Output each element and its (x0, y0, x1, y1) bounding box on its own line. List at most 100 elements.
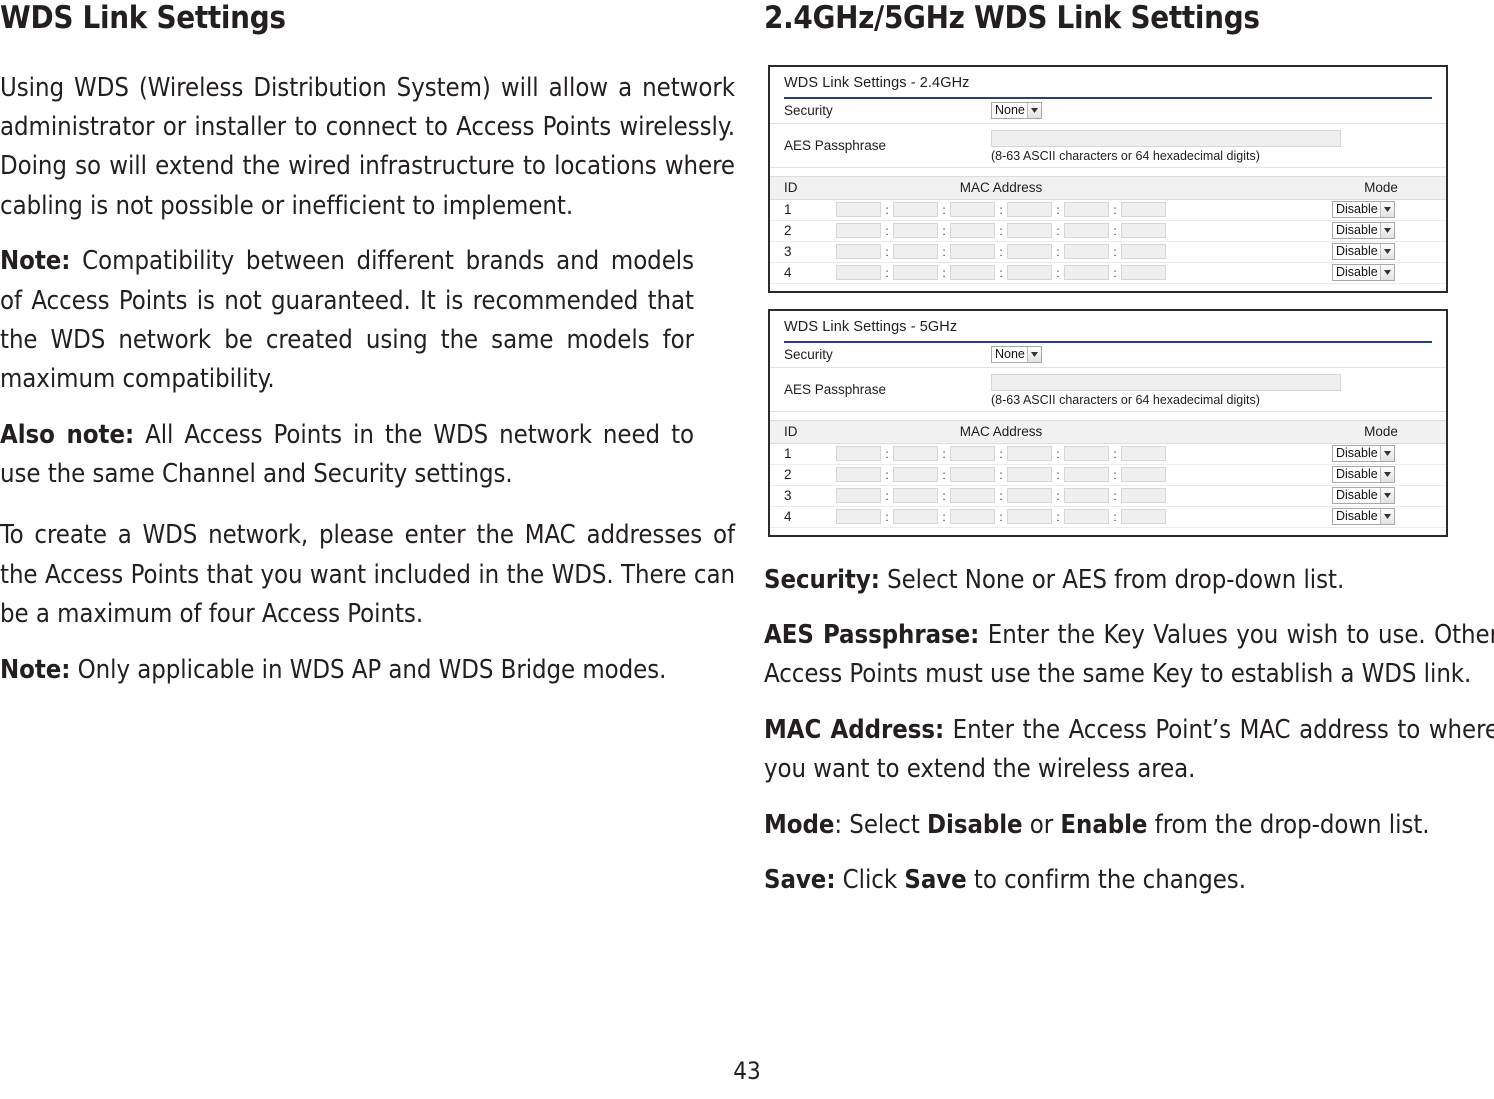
mac-separator: : (885, 202, 889, 217)
mac-octet-input[interactable] (836, 202, 881, 218)
mac-octet-input[interactable] (893, 446, 938, 462)
security-select-24ghz[interactable]: None (991, 102, 1042, 120)
aes-passphrase-input-24ghz[interactable] (991, 130, 1341, 148)
chevron-down-icon (1026, 347, 1041, 363)
mac-octet-input[interactable] (950, 446, 995, 462)
mac-octet-input[interactable] (1064, 202, 1109, 218)
mac-address-field-group: ::::: (836, 223, 1316, 239)
table-row: 3::::: Disable (770, 486, 1446, 507)
mac-octet-input[interactable] (1064, 467, 1109, 483)
panel-title-24ghz: WDS Link Settings - 2.4GHz (784, 74, 970, 91)
chevron-down-icon (1379, 244, 1394, 260)
mac-octet-input[interactable] (950, 223, 995, 239)
mac-octet-input[interactable] (893, 244, 938, 260)
mac-separator: : (1056, 467, 1060, 482)
mac-separator: : (1056, 244, 1060, 259)
mac-separator: : (999, 223, 1003, 238)
mode-cell: Disable (1316, 466, 1446, 484)
security-row-5ghz: Security None (770, 343, 1446, 368)
mac-octet-input[interactable] (1121, 446, 1166, 462)
mac-octet-input[interactable] (950, 244, 995, 260)
security-select-5ghz[interactable]: None (991, 346, 1042, 364)
mac-octet-input[interactable] (1121, 509, 1166, 525)
mode-select[interactable]: Disable (1332, 222, 1395, 240)
row-id: 3 (784, 244, 792, 260)
mode-select[interactable]: Disable (1332, 466, 1395, 484)
mac-address-field-group: ::::: (836, 509, 1316, 525)
mac-octet-input[interactable] (1007, 265, 1052, 281)
security-select-value-5ghz: None (995, 347, 1025, 362)
aes-passphrase-field-group-5ghz: (8-63 ASCII characters or 64 hexadecimal… (991, 368, 1446, 411)
mac-octet-input[interactable] (836, 223, 881, 239)
mac-octet-input[interactable] (836, 244, 881, 260)
mac-octet-input[interactable] (893, 467, 938, 483)
mode-select[interactable]: Disable (1332, 487, 1395, 505)
description-save-value: Save (904, 864, 967, 895)
mac-octet-input[interactable] (1064, 446, 1109, 462)
mac-octet-input[interactable] (1121, 265, 1166, 281)
wds-table-header-5ghz: ID MAC Address Mode (770, 419, 1446, 444)
mac-octet-input[interactable] (1121, 488, 1166, 504)
mac-octet-input[interactable] (1007, 202, 1052, 218)
aes-passphrase-input-5ghz[interactable] (991, 374, 1341, 392)
mac-octet-input[interactable] (950, 488, 995, 504)
description-mode-text-1: : Select (834, 809, 928, 840)
mac-octet-input[interactable] (1064, 244, 1109, 260)
mode-select[interactable]: Disable (1332, 201, 1395, 219)
section-title-wds-link-settings: 2.4GHz/5GHz WDS Link Settings (764, 0, 1260, 36)
mac-separator: : (885, 446, 889, 461)
mac-separator: : (1056, 509, 1060, 524)
chevron-down-icon (1379, 488, 1394, 504)
mac-octet-input[interactable] (836, 509, 881, 525)
mac-octet-input[interactable] (836, 467, 881, 483)
column-header-mode-5ghz: Mode (1364, 424, 1398, 440)
mac-separator: : (1113, 202, 1117, 217)
mac-octet-input[interactable] (893, 223, 938, 239)
mac-octet-input[interactable] (950, 467, 995, 483)
mac-octet-input[interactable] (1007, 223, 1052, 239)
mac-octet-input[interactable] (1121, 223, 1166, 239)
aes-passphrase-row-5ghz: AES Passphrase (8-63 ASCII characters or… (770, 368, 1446, 412)
security-label-24ghz: Security (784, 103, 833, 119)
mac-octet-input[interactable] (893, 202, 938, 218)
mac-separator: : (999, 467, 1003, 482)
table-row: 4::::: Disable (770, 507, 1446, 528)
mac-octet-input[interactable] (1121, 202, 1166, 218)
mac-separator: : (942, 446, 946, 461)
mac-address-field-group: ::::: (836, 202, 1316, 218)
note-text: Compatibility between different brands a… (0, 246, 694, 395)
mac-octet-input[interactable] (893, 488, 938, 504)
mac-octet-input[interactable] (1007, 244, 1052, 260)
mac-octet-input[interactable] (950, 509, 995, 525)
mode-select[interactable]: Disable (1332, 445, 1395, 463)
mac-octet-input[interactable] (1007, 467, 1052, 483)
mac-octet-input[interactable] (836, 446, 881, 462)
mac-octet-input[interactable] (1064, 223, 1109, 239)
mac-octet-input[interactable] (1007, 488, 1052, 504)
mac-octet-input[interactable] (950, 202, 995, 218)
mode-select[interactable]: Disable (1332, 243, 1395, 261)
mac-separator: : (942, 202, 946, 217)
chevron-down-icon (1026, 103, 1041, 119)
mac-octet-input[interactable] (893, 509, 938, 525)
mac-octet-input[interactable] (1064, 488, 1109, 504)
description-mode-text-2: or (1022, 809, 1061, 840)
mac-octet-input[interactable] (836, 488, 881, 504)
mac-octet-input[interactable] (1064, 265, 1109, 281)
table-row: 2::::: Disable (770, 221, 1446, 242)
mac-octet-input[interactable] (893, 265, 938, 281)
mac-separator: : (885, 244, 889, 259)
mode-cell: Disable (1316, 487, 1446, 505)
mac-octet-input[interactable] (1007, 509, 1052, 525)
aes-passphrase-row-24ghz: AES Passphrase (8-63 ASCII characters or… (770, 124, 1446, 168)
mac-octet-input[interactable] (1064, 509, 1109, 525)
mode-select[interactable]: Disable (1332, 508, 1395, 526)
mac-octet-input[interactable] (1121, 467, 1166, 483)
wds-table-header-24ghz: ID MAC Address Mode (770, 175, 1446, 200)
mac-octet-input[interactable] (950, 265, 995, 281)
mac-octet-input[interactable] (1007, 446, 1052, 462)
mode-select[interactable]: Disable (1332, 264, 1395, 282)
mac-octet-input[interactable] (1121, 244, 1166, 260)
mac-octet-input[interactable] (836, 265, 881, 281)
security-label-5ghz: Security (784, 347, 833, 363)
